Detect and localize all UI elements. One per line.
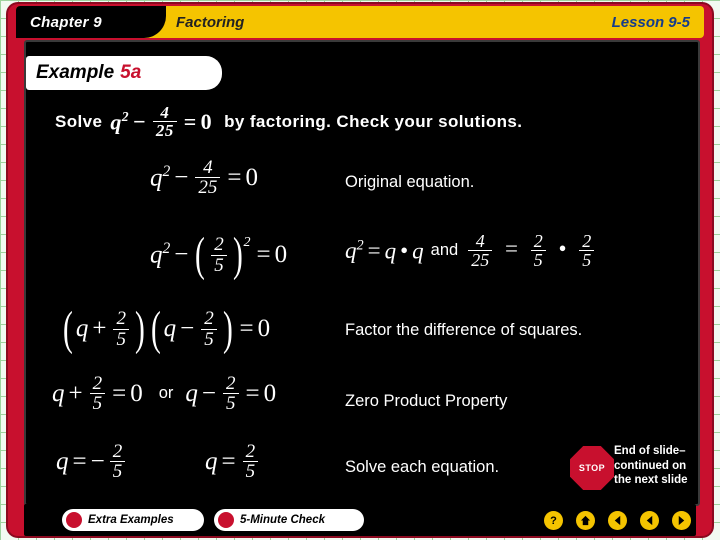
next-button[interactable] bbox=[672, 511, 691, 530]
step-2-reason-left: q2 = q • q bbox=[345, 237, 424, 264]
slide-page: Chapter 9 Factoring Lesson 9-5 Example 5… bbox=[0, 0, 720, 540]
step-4-math: q + 25 = 0 or q − 25 = 0 bbox=[52, 373, 277, 415]
step-1-math: q2 − 4 25 = 0 bbox=[150, 157, 258, 199]
solve-word: Solve bbox=[55, 111, 103, 131]
end-of-slide-note: End of slide– continued on the next slid… bbox=[614, 444, 688, 488]
problem-equation: q2 − 4 25 = 0 bbox=[110, 103, 213, 141]
five-minute-check-button[interactable]: 5-Minute Check bbox=[214, 509, 364, 531]
question-mark-icon: ? bbox=[550, 514, 557, 527]
problem-statement: Solve q2 − 4 25 = 0 by factoring. Check yo… bbox=[55, 104, 522, 140]
step-2-math: q2 − ( 25 ) 2 = 0 bbox=[150, 229, 288, 281]
example-tab: Example 5a bbox=[26, 56, 222, 90]
extra-examples-button[interactable]: Extra Examples bbox=[62, 509, 204, 531]
topic-label: Factoring bbox=[176, 13, 245, 31]
end-note-line3: the next slide bbox=[614, 474, 688, 487]
back-button[interactable] bbox=[640, 511, 659, 530]
chapter-label: Chapter 9 bbox=[16, 6, 166, 38]
step-5-math-left: q = − 25 bbox=[56, 442, 128, 482]
bottom-toolbar: Extra Examples 5-Minute Check ? bbox=[24, 504, 696, 536]
step-2-reason-right: 4 25 = 25 • 25 bbox=[465, 232, 597, 270]
five-minute-check-label: 5-Minute Check bbox=[240, 514, 325, 526]
top-banner: Chapter 9 Factoring Lesson 9-5 bbox=[16, 6, 704, 38]
five-minute-check-icon bbox=[218, 512, 234, 528]
stop-label: STOP bbox=[578, 463, 606, 473]
extra-examples-label: Extra Examples bbox=[88, 514, 174, 526]
home-button[interactable] bbox=[576, 511, 595, 530]
step-5-math-right: q = 25 bbox=[205, 442, 261, 482]
previous-arrow-icon bbox=[612, 515, 623, 526]
step-1-reason: Original equation. bbox=[345, 173, 475, 191]
step-2-reason: q2 = q • q and 4 25 = 25 • 25 bbox=[345, 232, 597, 270]
home-icon bbox=[580, 515, 591, 526]
previous-section-button[interactable] bbox=[608, 511, 627, 530]
next-arrow-icon bbox=[676, 515, 687, 526]
problem-instruction: by factoring. Check your solutions. bbox=[224, 111, 523, 131]
step-4-or-word: or bbox=[158, 384, 174, 403]
rewind-arrow-icon bbox=[644, 515, 655, 526]
step-2-reason-and: and bbox=[430, 241, 459, 260]
end-note-line2: continued on bbox=[614, 459, 687, 472]
extra-examples-icon bbox=[66, 512, 82, 528]
step-3-math: ( q + 25 ) ( q − 25 ) = 0 bbox=[63, 303, 271, 355]
end-note-line1: End of slide– bbox=[614, 445, 686, 457]
stop-sign: STOP bbox=[570, 446, 616, 492]
help-button[interactable]: ? bbox=[544, 511, 563, 530]
lesson-label: Lesson 9-5 bbox=[611, 13, 690, 31]
step-5-reason: Solve each equation. bbox=[345, 458, 500, 476]
example-tab-label: Example bbox=[36, 62, 115, 83]
example-tab-number: 5a bbox=[120, 62, 142, 83]
step-3-reason: Factor the difference of squares. bbox=[345, 321, 583, 339]
step-4-reason: Zero Product Property bbox=[345, 392, 508, 410]
